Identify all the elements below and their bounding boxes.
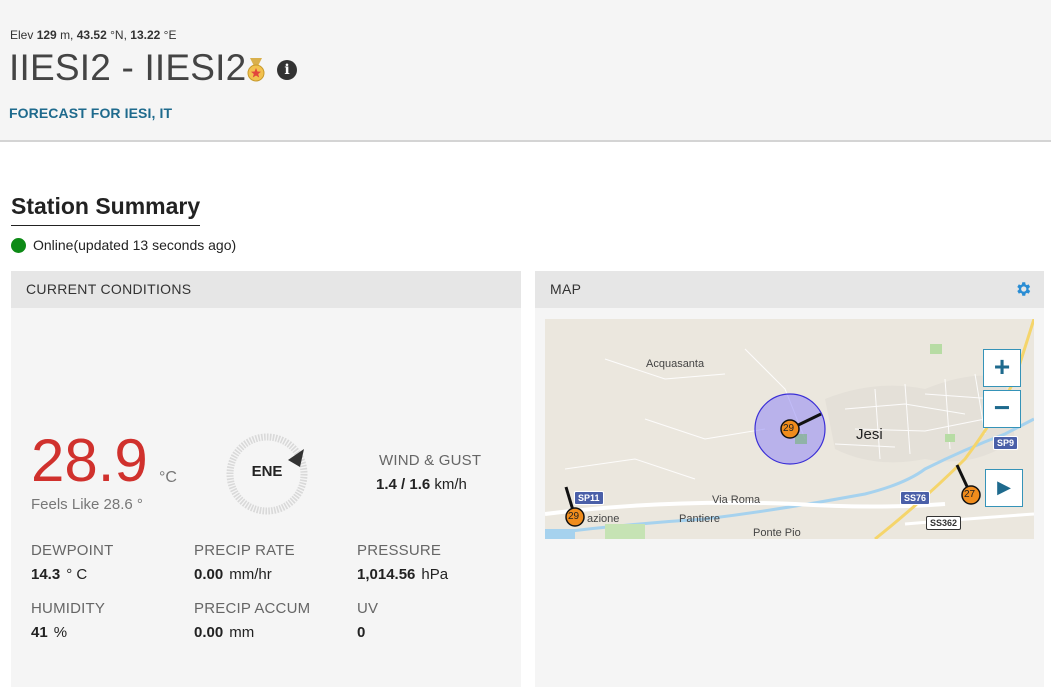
station-summary-title: Station Summary [11,193,201,226]
elev-value: 129 [36,28,57,42]
current-conditions-heading: CURRENT CONDITIONS [11,271,521,308]
road-shield-sp9: SP9 [993,436,1019,450]
pressure-number: 1,014.56 [357,566,416,583]
dewpoint-value: 14.3 ° C [31,566,87,583]
map-label-ponte-pio: Ponte Pio [753,527,801,539]
precip-accum-unit: mm [229,624,255,641]
wind-gust-label: WIND & GUST [379,452,482,469]
map-label-via-roma: Via Roma [712,494,761,506]
precip-accum-label: PRECIP ACCUM [194,600,311,617]
humidity-number: 41 [31,624,48,641]
status-text: Online(updated 13 seconds ago) [33,237,237,253]
zoom-out-button[interactable]: − [983,390,1021,428]
wind-speed: 1.4 [376,476,397,493]
station-title: IIESI2 - IIESI2 [9,47,247,88]
latitude-unit: °N, [110,28,127,42]
precip-rate-number: 0.00 [194,566,224,583]
info-icon[interactable]: i [277,60,297,80]
dewpoint-unit: ° C [66,566,88,583]
road-shield-ss362: SS362 [926,516,962,530]
temperature-unit: °C [159,469,177,486]
map-heading: MAP [535,271,1044,308]
play-button[interactable]: ▶ [985,469,1023,507]
temperature-value: 28.9 [31,427,148,494]
elev-unit: m, [60,28,74,42]
marker-right-value: 27 [964,489,976,500]
uv-label: UV [357,600,379,617]
road-shield-sp11: SP11 [574,491,604,505]
station-header: Elev 129 m, 43.52 °N, 13.22 °E IIESI2 - … [0,0,1051,142]
pressure-unit: hPa [421,566,449,583]
precip-accum-value: 0.00 mm [194,624,254,641]
longitude-value: 13.22 [130,28,161,42]
wind-gust: / 1.6 [401,476,431,493]
longitude-unit: °E [163,28,177,42]
map-label-stazione: azione [587,513,620,525]
forecast-link[interactable]: FORECAST FOR IESI, IT [9,105,172,121]
pressure-label: PRESSURE [357,542,442,559]
wind-gust-value: 1.4 / 1.6 km/h [376,476,467,493]
marker-left-value: 29 [568,511,580,522]
road-shield-ss76: SS76 [900,491,931,505]
feels-like: Feels Like 28.6 ° [31,496,143,513]
precip-rate-value: 0.00 mm/hr [194,566,272,583]
map-heading-label: MAP [550,281,582,297]
marker-center-value: 29 [783,423,795,434]
pressure-value: 1,014.56 hPa [357,566,448,583]
zoom-in-button[interactable]: + [983,349,1021,387]
humidity-value: 41% [31,624,67,641]
humidity-unit: % [53,624,68,641]
gear-icon[interactable] [1014,280,1032,298]
dewpoint-label: DEWPOINT [31,542,114,559]
humidity-label: HUMIDITY [31,600,106,617]
current-conditions-panel: CURRENT CONDITIONS 28.9 °C Feels Like 28… [11,271,521,687]
status-dot-icon [11,237,26,253]
latitude-value: 43.52 [76,28,107,42]
map-label-pantiere: Pantiere [679,513,720,525]
map-panel: MAP Acquasanta Jesi Via Roma Pantiere Po… [535,271,1044,687]
uv-number: 0 [357,624,366,641]
precip-accum-number: 0.00 [194,624,224,641]
dewpoint-number: 14.3 [31,566,61,583]
map-label-acquasanta: Acquasanta [646,358,705,370]
online-status: Online(updated 13 seconds ago) [11,237,236,253]
elev-prefix: Elev [10,28,34,42]
map-label-jesi: Jesi [856,426,883,443]
uv-value: 0 [357,624,371,641]
elevation-coordinates: Elev 129 m, 43.52 °N, 13.22 °E [10,28,176,42]
precip-rate-label: PRECIP RATE [194,542,295,559]
medal-icon [247,58,265,82]
wind-direction: ENE [251,463,283,480]
precip-rate-unit: mm/hr [229,566,272,583]
wind-unit: km/h [434,476,467,493]
station-map[interactable]: Acquasanta Jesi Via Roma Pantiere Ponte … [545,319,1034,539]
